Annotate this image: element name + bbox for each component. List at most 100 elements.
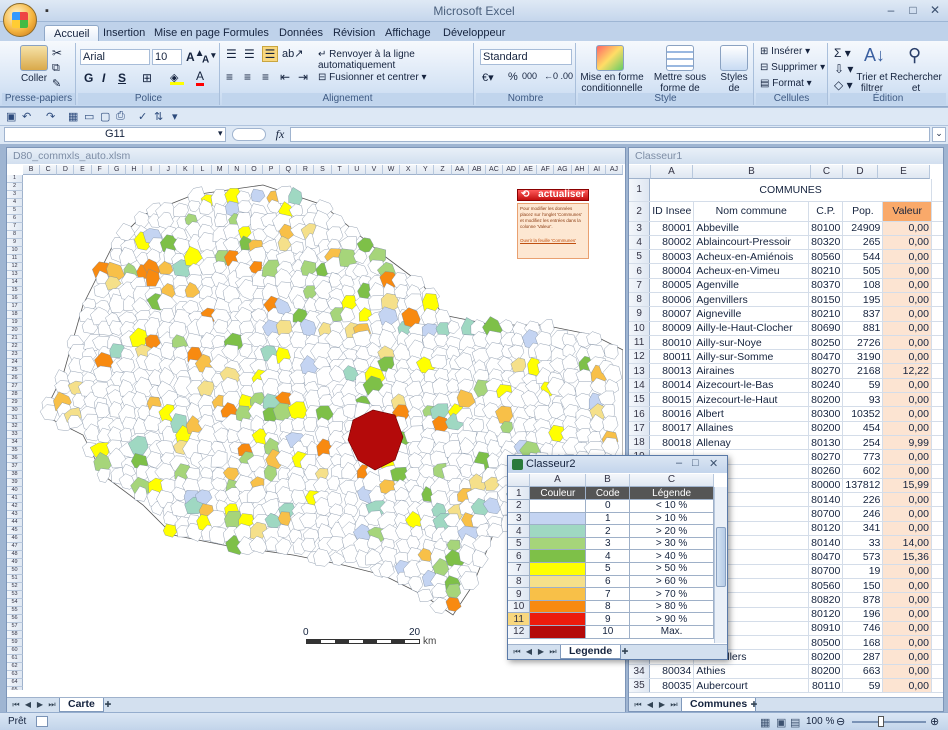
italic-button[interactable]: I: [102, 71, 105, 85]
row-header[interactable]: 7: [7, 223, 23, 231]
align-center-icon[interactable]: ≡: [244, 70, 251, 84]
table-cell[interactable]: 80240: [808, 378, 844, 394]
table-cell[interactable]: Agenville: [693, 278, 810, 293]
save-icon[interactable]: ▣: [6, 110, 16, 123]
column-header[interactable]: B: [693, 165, 811, 179]
column-header[interactable]: D: [57, 165, 75, 175]
row-header[interactable]: 48: [7, 551, 23, 559]
table-cell[interactable]: 80034: [649, 664, 695, 680]
column-header[interactable]: H: [125, 165, 143, 175]
column-header[interactable]: F: [91, 165, 109, 175]
table-cell[interactable]: 80006: [649, 292, 695, 308]
row-header[interactable]: 34: [7, 439, 23, 447]
legend-label[interactable]: > 70 %: [629, 587, 714, 601]
table-cell[interactable]: 0,00: [882, 521, 932, 537]
table-cell[interactable]: 0,00: [882, 635, 932, 651]
table-cell[interactable]: 80260: [808, 464, 844, 479]
table-cell[interactable]: Aigneville: [693, 306, 810, 322]
table-cell[interactable]: 80270: [808, 449, 844, 465]
table-cell[interactable]: 80200: [808, 421, 844, 436]
column-title[interactable]: ID Insee: [649, 201, 695, 222]
column-title[interactable]: Pop.: [842, 201, 884, 222]
normal-view-icon[interactable]: ▦: [760, 716, 770, 729]
next-sheet-icon[interactable]: ▶: [536, 647, 546, 657]
legend-color-swatch[interactable]: [529, 612, 587, 627]
font-size-select[interactable]: 10: [152, 49, 182, 65]
table-cell[interactable]: Aubercourt: [693, 678, 810, 694]
thousands-button[interactable]: 000: [522, 71, 537, 81]
row-header[interactable]: 24: [7, 359, 23, 367]
row-header[interactable]: 45: [7, 527, 23, 535]
legend-code[interactable]: 2: [585, 524, 631, 538]
table-cell[interactable]: 80470: [808, 349, 844, 365]
new-icon[interactable]: ▭: [84, 110, 94, 123]
row-header[interactable]: 6: [629, 263, 651, 279]
format-painter-icon[interactable]: ✎: [52, 77, 61, 90]
column-title[interactable]: Nom commune: [693, 201, 810, 222]
row-header[interactable]: 10: [508, 600, 531, 614]
format-button[interactable]: ▤ Format ▾: [760, 78, 812, 89]
row-header[interactable]: 36: [7, 455, 23, 463]
legend-vertical-scrollbar[interactable]: [714, 487, 727, 643]
tab-formules[interactable]: Formules: [214, 25, 278, 42]
align-middle-icon[interactable]: ☰: [244, 47, 255, 61]
maximize-button[interactable]: □: [902, 3, 924, 19]
table-cell[interactable]: 80320: [808, 235, 844, 251]
tab-accueil[interactable]: Accueil: [44, 25, 100, 42]
table-cell[interactable]: 2726: [842, 335, 884, 351]
legend-color-swatch[interactable]: [529, 537, 587, 551]
open-communes-link[interactable]: Ouvrir la feuille 'Communes': [520, 238, 586, 244]
table-cell[interactable]: 0,00: [882, 263, 932, 279]
table-cell[interactable]: 80011: [649, 349, 695, 365]
column-header[interactable]: AC: [485, 165, 503, 175]
table-cell[interactable]: 80910: [808, 621, 844, 637]
save-icon[interactable]: ▪: [40, 4, 54, 18]
table-cell[interactable]: 0,00: [882, 221, 932, 236]
minimize-button[interactable]: –: [880, 3, 902, 19]
table-cell[interactable]: 80560: [808, 249, 844, 265]
row-header[interactable]: 1: [629, 179, 651, 202]
row-header[interactable]: 49: [7, 559, 23, 567]
column-header[interactable]: U: [348, 165, 366, 175]
legend-code[interactable]: 10: [585, 625, 631, 639]
row-header[interactable]: 33: [7, 431, 23, 439]
decimal-icon[interactable]: ←0 .00: [544, 71, 573, 81]
table-cell[interactable]: 12,22: [882, 363, 932, 379]
row-header[interactable]: 52: [7, 583, 23, 591]
table-cell[interactable]: 80018: [649, 435, 695, 451]
table-cell[interactable]: 80200: [808, 664, 844, 680]
row-header[interactable]: 28: [7, 391, 23, 399]
office-button[interactable]: [3, 3, 37, 37]
insert-function-button[interactable]: fx: [272, 127, 288, 142]
page-layout-icon[interactable]: ▣: [776, 716, 786, 729]
row-header[interactable]: 3: [629, 221, 651, 236]
table-cell[interactable]: 0,00: [882, 492, 932, 508]
legend-label[interactable]: > 90 %: [629, 612, 714, 627]
row-header[interactable]: 34: [629, 664, 651, 680]
row-header[interactable]: 10: [7, 247, 23, 255]
row-header[interactable]: 4: [629, 235, 651, 251]
table-cell[interactable]: 573: [842, 549, 884, 565]
table-cell[interactable]: 80700: [808, 506, 844, 522]
table-cell[interactable]: 80009: [649, 321, 695, 336]
table-cell[interactable]: 0,00: [882, 306, 932, 322]
legend-maximize-button[interactable]: □: [692, 457, 699, 469]
last-sheet-icon[interactable]: ⏭: [669, 700, 679, 710]
row-header[interactable]: 29: [7, 399, 23, 407]
table-cell[interactable]: 80010: [649, 335, 695, 351]
table-cell[interactable]: 80110: [808, 678, 844, 694]
customize-icon[interactable]: ▾: [172, 110, 178, 123]
row-header[interactable]: 27: [7, 383, 23, 391]
percent-button[interactable]: %: [508, 71, 518, 83]
column-header[interactable]: V: [365, 165, 383, 175]
row-header[interactable]: 13: [629, 363, 651, 379]
prev-sheet-icon[interactable]: ◀: [524, 647, 534, 657]
table-cell[interactable]: Abbeville: [693, 221, 810, 236]
increase-indent-icon[interactable]: ⇥: [298, 70, 308, 84]
row-header[interactable]: 14: [629, 378, 651, 394]
table-cell[interactable]: Agenvillers: [693, 292, 810, 308]
table-cell[interactable]: 80690: [808, 321, 844, 336]
underline-button[interactable]: S: [118, 71, 126, 85]
column-title[interactable]: C.P.: [808, 201, 844, 222]
table-cell[interactable]: 0,00: [882, 321, 932, 336]
